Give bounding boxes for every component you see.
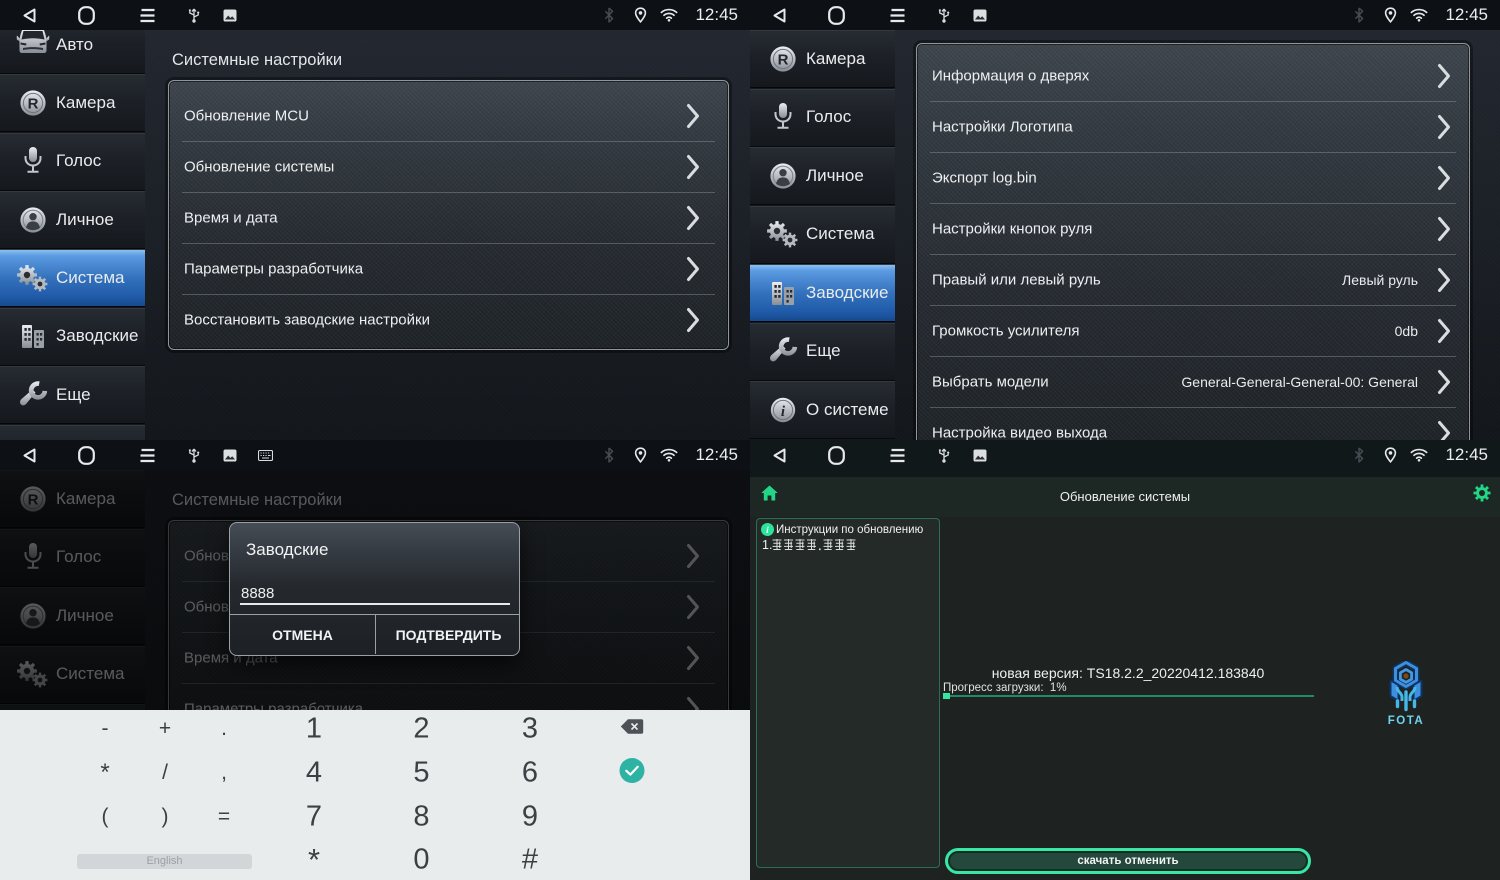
svg-text:R: R [28,95,39,112]
svg-text:R: R [778,51,789,68]
svg-text:i: i [766,526,769,536]
